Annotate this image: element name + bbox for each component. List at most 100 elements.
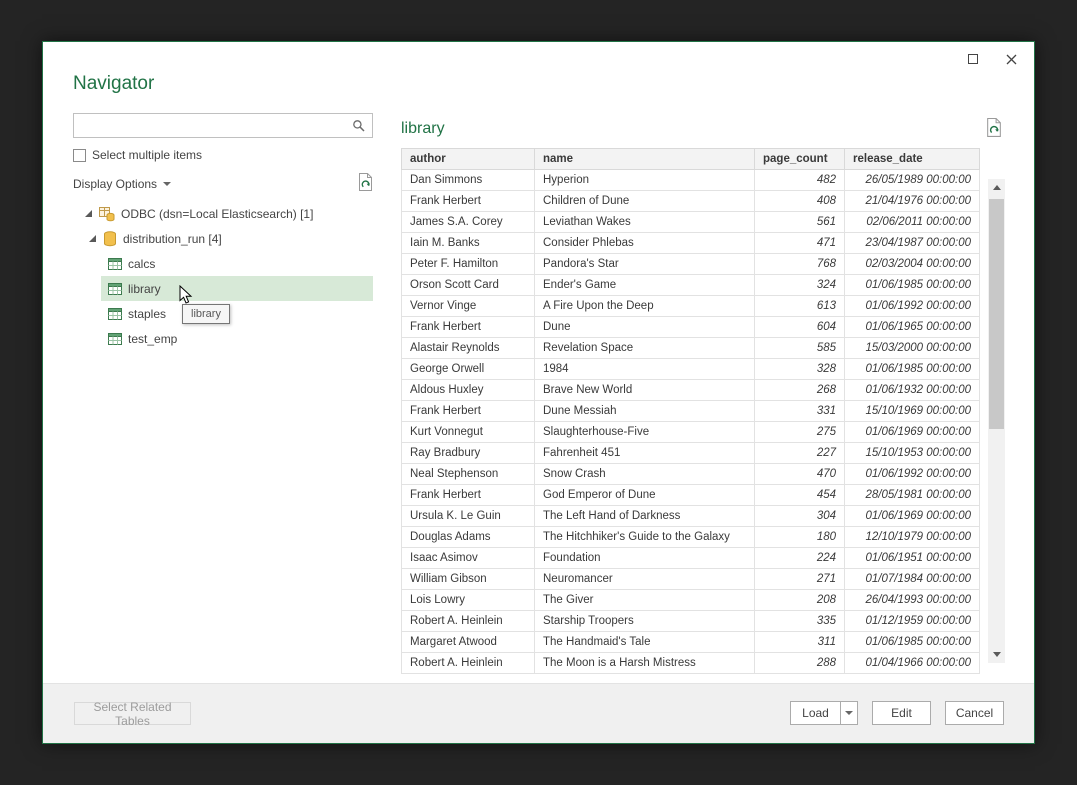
table-icon: [108, 307, 122, 321]
tree-item-table[interactable]: staples: [101, 301, 373, 326]
scrollbar-thumb[interactable]: [989, 199, 1004, 429]
tree-item-table[interactable]: library: [101, 276, 373, 301]
table-cell: Starship Troopers: [535, 611, 755, 632]
load-split-button: Load: [790, 701, 858, 725]
select-multiple-label: Select multiple items: [92, 148, 202, 162]
table-row: Robert A. HeinleinThe Moon is a Harsh Mi…: [402, 653, 980, 674]
tree-item-table[interactable]: calcs: [101, 251, 373, 276]
table-cell: 28/05/1981 00:00:00: [845, 485, 980, 506]
search-button[interactable]: [346, 114, 372, 137]
load-button[interactable]: Load: [790, 701, 840, 725]
table-cell: Aldous Huxley: [402, 380, 535, 401]
expand-toggle-icon[interactable]: [85, 210, 92, 217]
table-cell: Leviathan Wakes: [535, 212, 755, 233]
tree-table-items: calcs library staples: [73, 251, 373, 351]
table-row: Frank HerbertGod Emperor of Dune45428/05…: [402, 485, 980, 506]
table-cell: The Hitchhiker's Guide to the Galaxy: [535, 527, 755, 548]
tree-item-label: library: [128, 282, 161, 296]
search-input[interactable]: [74, 114, 346, 137]
table-cell: 288: [755, 653, 845, 674]
tree-item-database[interactable]: distribution_run [4]: [73, 226, 373, 251]
select-multiple-row[interactable]: Select multiple items: [73, 148, 202, 162]
table-cell: 271: [755, 569, 845, 590]
table-cell: 02/03/2004 00:00:00: [845, 254, 980, 275]
tree-item-odbc-source[interactable]: ODBC (dsn=Local Elasticsearch) [1]: [73, 201, 373, 226]
table-cell: 454: [755, 485, 845, 506]
table-cell: Neal Stephenson: [402, 464, 535, 485]
table-cell: Hyperion: [535, 170, 755, 191]
table-cell: Frank Herbert: [402, 191, 535, 212]
load-dropdown-button[interactable]: [840, 701, 858, 725]
preview-title: library: [401, 120, 445, 138]
table-cell: Dune: [535, 317, 755, 338]
close-button[interactable]: [996, 48, 1026, 70]
table-row: Frank HerbertDune Messiah33115/10/1969 0…: [402, 401, 980, 422]
cancel-button[interactable]: Cancel: [945, 701, 1004, 725]
table-cell: Frank Herbert: [402, 401, 535, 422]
table-cell: Peter F. Hamilton: [402, 254, 535, 275]
table-cell: 482: [755, 170, 845, 191]
table-cell: 02/06/2011 00:00:00: [845, 212, 980, 233]
table-cell: Frank Herbert: [402, 485, 535, 506]
edit-button[interactable]: Edit: [872, 701, 931, 725]
table-cell: 561: [755, 212, 845, 233]
maximize-button[interactable]: [958, 48, 988, 70]
close-icon: [1006, 54, 1017, 65]
select-multiple-checkbox[interactable]: [73, 149, 86, 162]
chevron-down-icon: [845, 711, 853, 715]
table-cell: James S.A. Corey: [402, 212, 535, 233]
vertical-scrollbar[interactable]: [988, 179, 1005, 663]
dialog-footer: Select Related Tables Load Edit Cancel: [43, 683, 1034, 743]
column-header: release_date: [845, 149, 980, 170]
expand-toggle-icon[interactable]: [89, 235, 96, 242]
table-row: Ursula K. Le GuinThe Left Hand of Darkne…: [402, 506, 980, 527]
table-cell: 01/12/1959 00:00:00: [845, 611, 980, 632]
display-options-dropdown[interactable]: Display Options: [73, 175, 373, 192]
table-cell: The Giver: [535, 590, 755, 611]
table-cell: 01/06/1969 00:00:00: [845, 506, 980, 527]
table-cell: Ender's Game: [535, 275, 755, 296]
preview-table: authornamepage_countrelease_date Dan Sim…: [401, 148, 980, 674]
table-row: James S.A. CoreyLeviathan Wakes56102/06/…: [402, 212, 980, 233]
table-row: Isaac AsimovFoundation22401/06/1951 00:0…: [402, 548, 980, 569]
tree-item-label: staples: [128, 307, 166, 321]
table-cell: Dan Simmons: [402, 170, 535, 191]
table-cell: 01/06/1992 00:00:00: [845, 464, 980, 485]
table-cell: 21/04/1976 00:00:00: [845, 191, 980, 212]
select-related-tables-button[interactable]: Select Related Tables: [74, 702, 191, 725]
tooltip-text: library: [191, 308, 221, 320]
table-cell: Neuromancer: [535, 569, 755, 590]
table-cell: 408: [755, 191, 845, 212]
refresh-preview-icon[interactable]: [357, 173, 387, 192]
table-cell: 208: [755, 590, 845, 611]
table-cell: 324: [755, 275, 845, 296]
table-cell: 604: [755, 317, 845, 338]
display-options-label: Display Options: [73, 177, 157, 191]
tree-item-table[interactable]: test_emp: [101, 326, 373, 351]
tree-item-label: ODBC (dsn=Local Elasticsearch) [1]: [121, 207, 313, 221]
table-row: Lois LowryThe Giver20826/04/1993 00:00:0…: [402, 590, 980, 611]
search-box: [73, 113, 373, 138]
table-cell: 01/04/1966 00:00:00: [845, 653, 980, 674]
table-cell: 26/04/1993 00:00:00: [845, 590, 980, 611]
table-cell: Isaac Asimov: [402, 548, 535, 569]
table-cell: Robert A. Heinlein: [402, 611, 535, 632]
table-cell: Consider Phlebas: [535, 233, 755, 254]
column-header: page_count: [755, 149, 845, 170]
table-row: Neal StephensonSnow Crash47001/06/1992 0…: [402, 464, 980, 485]
table-cell: Frank Herbert: [402, 317, 535, 338]
table-cell: 15/03/2000 00:00:00: [845, 338, 980, 359]
table-row: Ray BradburyFahrenheit 45122715/10/1953 …: [402, 443, 980, 464]
table-cell: Revelation Space: [535, 338, 755, 359]
preview-table-body: Dan SimmonsHyperion48226/05/1989 00:00:0…: [402, 170, 980, 674]
scroll-up-button[interactable]: [988, 179, 1005, 196]
table-cell: 275: [755, 422, 845, 443]
table-row: Robert A. HeinleinStarship Troopers33501…: [402, 611, 980, 632]
table-cell: 470: [755, 464, 845, 485]
scroll-down-button[interactable]: [988, 646, 1005, 663]
refresh-preview-icon[interactable]: [985, 118, 1003, 138]
table-cell: Ray Bradbury: [402, 443, 535, 464]
table-cell: George Orwell: [402, 359, 535, 380]
table-cell: 768: [755, 254, 845, 275]
table-cell: Lois Lowry: [402, 590, 535, 611]
